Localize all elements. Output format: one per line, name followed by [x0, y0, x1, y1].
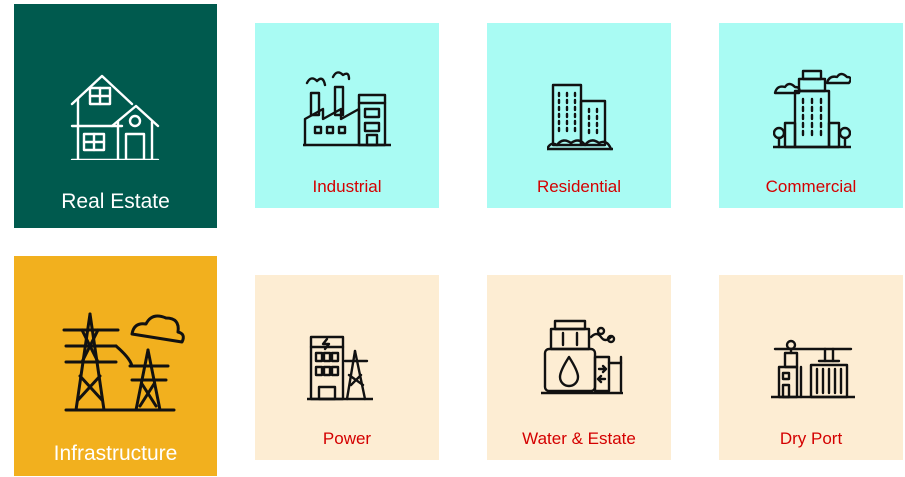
- power-tower-icon: [62, 310, 188, 414]
- tile-label: Water & Estate: [522, 429, 636, 448]
- apartment-buildings-icon: [547, 79, 613, 151]
- tile-label: Power: [322, 429, 372, 448]
- water-tank-icon: [541, 317, 623, 399]
- house-icon: [68, 68, 160, 160]
- tile-water-estate[interactable]: Water & Estate: [487, 275, 671, 460]
- tile-power[interactable]: Power: [255, 275, 439, 460]
- port-crane-icon: [771, 339, 855, 401]
- tile-residential[interactable]: Residential: [487, 23, 671, 208]
- tile-commercial[interactable]: Commercial: [719, 23, 903, 208]
- office-tower-icon: [773, 67, 851, 151]
- tile-dry-port[interactable]: Dry Port: [719, 275, 903, 460]
- category-infrastructure[interactable]: Infrastructure: [14, 256, 217, 476]
- tile-industrial[interactable]: Industrial: [255, 23, 439, 208]
- tile-label: Dry Port: [779, 429, 843, 448]
- tile-label: Residential: [536, 177, 622, 196]
- tile-label: Commercial: [765, 177, 857, 196]
- factory-icon: [303, 71, 391, 151]
- category-label: Infrastructure: [53, 442, 178, 465]
- category-real-estate[interactable]: Real Estate: [14, 4, 217, 228]
- tile-label: Industrial: [312, 177, 382, 196]
- category-label: Real Estate: [61, 190, 170, 213]
- power-plant-icon: [307, 333, 373, 403]
